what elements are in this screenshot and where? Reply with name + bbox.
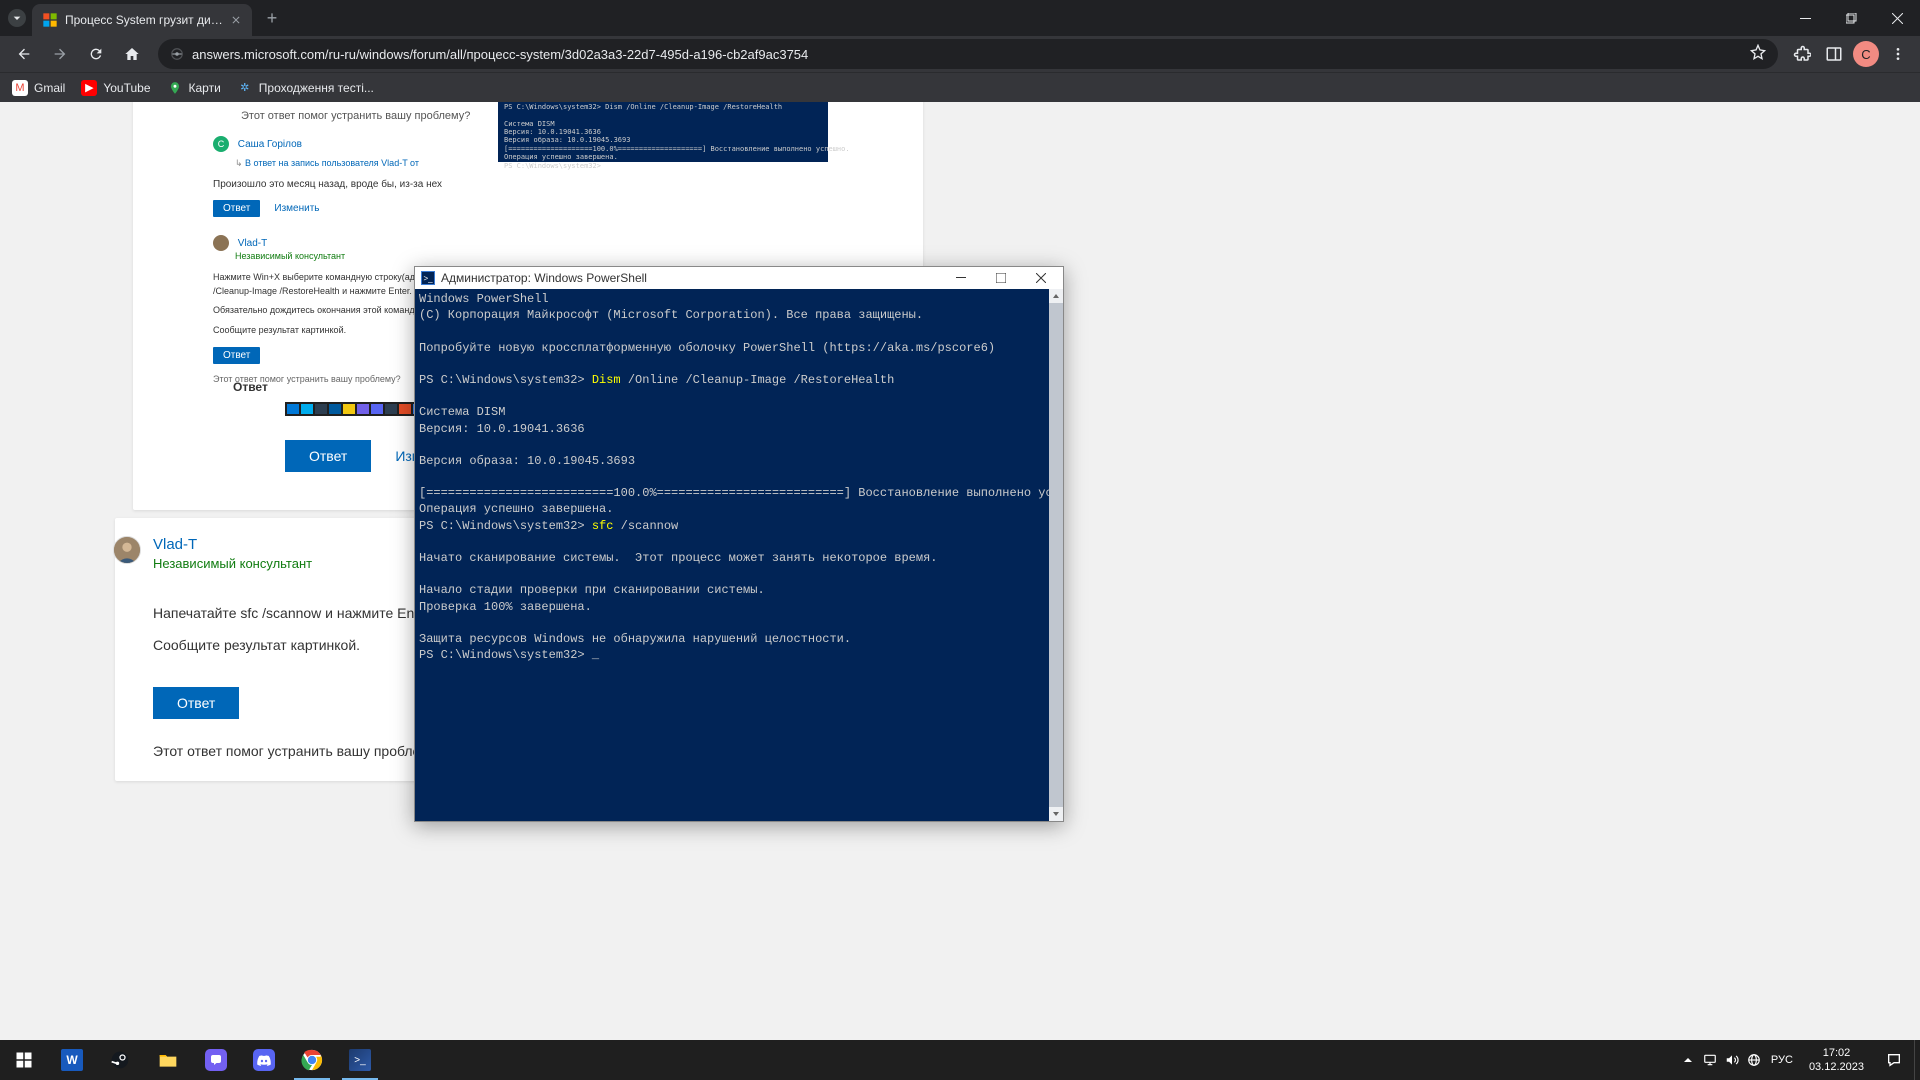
ps-minimize-button[interactable]: [941, 267, 981, 289]
taskbar-explorer-icon[interactable]: [144, 1040, 192, 1080]
ps-scroll-down-icon[interactable]: [1049, 807, 1063, 821]
powershell-icon: >_: [421, 271, 435, 285]
tray-network-icon[interactable]: [1743, 1040, 1765, 1080]
role-text-small: Независимый консультант: [235, 251, 493, 261]
powershell-window[interactable]: >_ Администратор: Windows PowerShell Win…: [414, 266, 1064, 822]
helpful-question: Этот ответ помог устранить вашу проблему…: [153, 743, 445, 759]
tab-close-icon[interactable]: [228, 12, 244, 28]
side-panel-icon[interactable]: [1820, 40, 1848, 68]
taskbar-apps: W >_: [0, 1040, 384, 1080]
user-link-vlad-small[interactable]: Vlad-T: [238, 238, 267, 249]
chrome-window-controls: [1782, 0, 1920, 36]
start-button[interactable]: [0, 1040, 48, 1080]
tray-expand-icon[interactable]: [1677, 1040, 1699, 1080]
clock-time: 17:02: [1809, 1046, 1864, 1060]
ps-maximize-button[interactable]: [981, 267, 1021, 289]
taskbar-tray: РУС 17:02 03.12.2023: [1677, 1040, 1920, 1080]
windows-taskbar: W >_ РУС 17:02 03.12.2023: [0, 1040, 1920, 1080]
taskbar-clock[interactable]: 17:02 03.12.2023: [1799, 1046, 1874, 1075]
taskbar-steam-icon[interactable]: [96, 1040, 144, 1080]
bookmarks-bar: MGmail ▶YouTube Карти ✲Проходження тесті…: [0, 72, 1920, 102]
browser-tab[interactable]: Процесс System грузит диск н: [32, 4, 252, 36]
taskbar-word-icon[interactable]: W: [48, 1040, 96, 1080]
ps-scrollbar[interactable]: [1049, 289, 1063, 821]
chrome-titlebar: Процесс System грузит диск н +: [0, 0, 1920, 36]
reply-to-text: В ответ на запись пользователя Vlad-T от: [245, 158, 419, 168]
tab-favicon: [42, 12, 58, 28]
taskbar-viber-icon[interactable]: [192, 1040, 240, 1080]
avatar-vlad: [113, 536, 141, 564]
back-button[interactable]: [8, 38, 40, 70]
language-indicator[interactable]: РУС: [1765, 1054, 1799, 1066]
page-viewport: (C) Корпорация Майкрософт (Microsoft Cor…: [0, 102, 1920, 1040]
avatar-sasha: С: [213, 136, 229, 152]
home-button[interactable]: [116, 38, 148, 70]
address-bar[interactable]: answers.microsoft.com/ru-ru/windows/foru…: [158, 39, 1778, 69]
chrome-close-button[interactable]: [1874, 0, 1920, 36]
taskbar-chrome-icon[interactable]: [288, 1040, 336, 1080]
tray-monitor-icon[interactable]: [1699, 1040, 1721, 1080]
embedded-screenshot-powershell: (C) Корпорация Майкрософт (Microsoft Cor…: [498, 102, 828, 162]
reload-button[interactable]: [80, 38, 112, 70]
user-link-sasha[interactable]: Саша Горілов: [238, 139, 302, 150]
bookmark-tests[interactable]: ✲Проходження тесті...: [237, 80, 374, 96]
new-tab-button[interactable]: +: [258, 4, 286, 32]
reply-heading: Ответ: [233, 380, 268, 394]
url-text: answers.microsoft.com/ru-ru/windows/foru…: [192, 47, 808, 62]
sasha-text: Произошло это месяц назад, вроде бы, из-…: [213, 179, 923, 190]
taskbar-powershell-icon[interactable]: >_: [336, 1040, 384, 1080]
change-link-small[interactable]: Изменить: [274, 203, 319, 214]
forward-button[interactable]: [44, 38, 76, 70]
clock-date: 03.12.2023: [1809, 1060, 1864, 1074]
ps-scroll-up-icon[interactable]: [1049, 289, 1063, 303]
chrome-maximize-button[interactable]: [1828, 0, 1874, 36]
powershell-titlebar[interactable]: >_ Администратор: Windows PowerShell: [415, 267, 1063, 289]
reply-button[interactable]: Ответ: [285, 440, 371, 472]
notifications-icon[interactable]: [1874, 1040, 1914, 1080]
bookmark-gmail[interactable]: MGmail: [12, 80, 65, 96]
bookmark-star-icon[interactable]: [1750, 44, 1766, 65]
tab-title: Процесс System грузит диск н: [65, 13, 224, 27]
powershell-body[interactable]: Windows PowerShell (C) Корпорация Майкро…: [415, 289, 1063, 821]
chrome-minimize-button[interactable]: [1782, 0, 1828, 36]
ps-close-button[interactable]: [1021, 267, 1061, 289]
bookmark-youtube[interactable]: ▶YouTube: [81, 80, 150, 96]
tab-search-dropdown[interactable]: [8, 9, 26, 27]
taskbar-discord-icon[interactable]: [240, 1040, 288, 1080]
bookmark-maps[interactable]: Карти: [167, 80, 221, 96]
reply-button-small[interactable]: Ответ: [213, 200, 260, 217]
show-desktop-button[interactable]: [1914, 1040, 1920, 1080]
site-info-icon[interactable]: [170, 47, 184, 61]
reply-button-small-2[interactable]: Ответ: [213, 347, 260, 364]
profile-avatar[interactable]: С: [1852, 40, 1880, 68]
chrome-toolbar: answers.microsoft.com/ru-ru/windows/foru…: [0, 36, 1920, 72]
extensions-icon[interactable]: [1788, 40, 1816, 68]
tray-volume-icon[interactable]: [1721, 1040, 1743, 1080]
powershell-title-text: Администратор: Windows PowerShell: [441, 271, 647, 285]
chrome-menu-icon[interactable]: [1884, 40, 1912, 68]
avatar-vlad-small: [213, 235, 229, 251]
reply-button-vlad[interactable]: Ответ: [153, 687, 239, 719]
